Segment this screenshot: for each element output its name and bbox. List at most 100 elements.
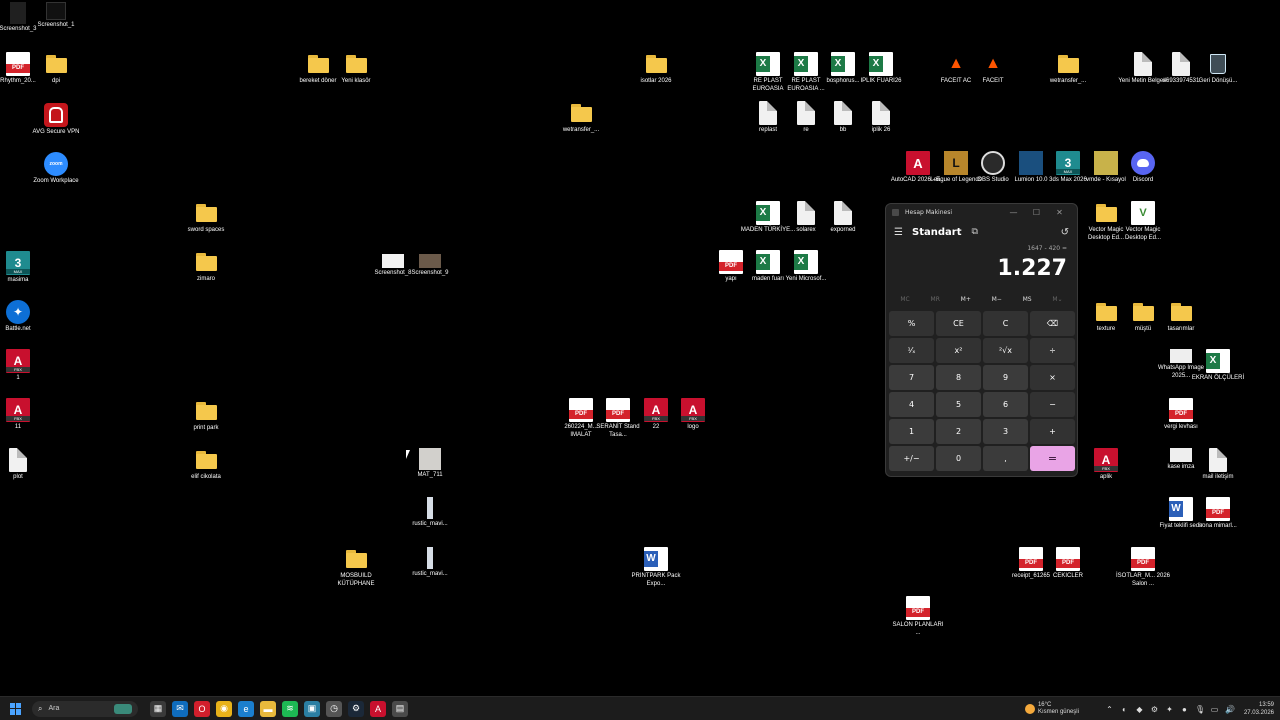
calc-key[interactable]: 8: [936, 365, 981, 390]
calculator-window[interactable]: Hesap Makinesi — ☐ ✕ ☰ Standart ⧉ ↺ 1647…: [885, 203, 1078, 477]
desktop-icon[interactable]: PDF İSOTLAR_M... 2026 Salon ...: [1116, 547, 1170, 588]
calc-key[interactable]: 2: [936, 419, 981, 444]
tray-app-icon[interactable]: ⚙: [1150, 705, 1159, 714]
desktop-icon[interactable]: X IPLIK FUARI26: [857, 52, 905, 86]
desktop-icon[interactable]: PDF CEKICLER: [1044, 547, 1092, 581]
weather-widget[interactable]: 16°C Kısmen güneşli: [1024, 702, 1079, 716]
calc-key[interactable]: %: [889, 311, 934, 336]
calculator-titlebar[interactable]: Hesap Makinesi — ☐ ✕: [886, 204, 1077, 221]
desktop-icon[interactable]: rustic_mavi...: [406, 547, 454, 579]
desktop-icon[interactable]: MAT_711: [406, 448, 454, 480]
calc-key[interactable]: ¹⁄ₓ: [889, 338, 934, 363]
minimize-icon[interactable]: —: [1002, 208, 1025, 217]
microphone-icon[interactable]: 🎙: [1195, 705, 1205, 714]
desktop-icon[interactable]: zimaro: [182, 250, 230, 284]
history-icon[interactable]: ↺: [1061, 227, 1069, 238]
desktop-icon[interactable]: ✦ Battle.net: [0, 300, 42, 334]
desktop-icon[interactable]: iplik 26: [857, 101, 905, 135]
opera-icon[interactable]: O: [194, 700, 210, 717]
tray-app-icon[interactable]: ◐: [1120, 705, 1129, 714]
desktop-icon[interactable]: AVG Secure VPN: [32, 103, 80, 137]
calc-key[interactable]: 4: [889, 392, 934, 417]
app-icon[interactable]: ▣: [304, 700, 320, 717]
clock-icon[interactable]: ◷: [326, 700, 342, 717]
maximize-icon[interactable]: ☐: [1025, 208, 1048, 217]
memory-button[interactable]: MR: [931, 296, 940, 303]
volume-icon[interactable]: 🔊: [1225, 705, 1235, 714]
autocad-icon[interactable]: A: [370, 700, 386, 717]
desktop-icon[interactable]: tasarımlar: [1157, 300, 1205, 334]
edge-icon[interactable]: e: [238, 700, 254, 717]
desktop-icon[interactable]: MOSBUILD KÜTÜPHANE: [332, 547, 380, 588]
tray-app-icon[interactable]: ◆: [1135, 705, 1144, 714]
outlook-icon[interactable]: ✉: [172, 700, 188, 717]
chevron-up-icon[interactable]: ⌃: [1105, 705, 1114, 714]
calc-key[interactable]: ,: [983, 446, 1028, 471]
spotify-icon[interactable]: ≋: [282, 700, 298, 717]
calc-key[interactable]: 0: [936, 446, 981, 471]
clock[interactable]: 13:59 27.03.2026: [1244, 701, 1274, 717]
calc-key[interactable]: 5: [936, 392, 981, 417]
desktop-icon[interactable]: zoom Zoom Workplace: [32, 152, 80, 186]
calc-key[interactable]: −: [1030, 392, 1075, 417]
desktop-icon[interactable]: A FBX 11: [0, 398, 42, 432]
desktop-icon[interactable]: wetransfer_...: [1044, 52, 1092, 86]
memory-button[interactable]: M−: [992, 296, 1002, 303]
calc-key[interactable]: ²√x: [983, 338, 1028, 363]
desktop-icon[interactable]: PDF vergi levhası: [1157, 398, 1205, 432]
desktop-icon[interactable]: wetransfer_...: [557, 101, 605, 135]
desktop-icon[interactable]: X Yeni Microsof...: [782, 250, 830, 284]
folder-icon[interactable]: ▬: [260, 700, 276, 717]
desktop-icon[interactable]: PDF sona mimarl...: [1194, 497, 1242, 531]
start-button[interactable]: [10, 702, 22, 715]
desktop-icon[interactable]: isotlar 2026: [632, 52, 680, 86]
steam-icon[interactable]: ⚙: [348, 700, 364, 717]
desktop-icon[interactable]: X EKRAN ÖLÇÜLERİ: [1192, 349, 1244, 383]
chrome-icon[interactable]: ◉: [216, 700, 232, 717]
calc-key[interactable]: +/−: [889, 446, 934, 471]
desktop-icon[interactable]: W PRINTPARK Pack Expo...: [632, 547, 680, 588]
desktop-icon[interactable]: dpi: [32, 52, 80, 86]
memory-button[interactable]: MC: [900, 296, 909, 303]
calc-key[interactable]: +: [1030, 419, 1075, 444]
desktop-icon[interactable]: Yeni klasör: [332, 52, 380, 86]
network-icon[interactable]: ▭: [1210, 705, 1219, 714]
calc-key[interactable]: 7: [889, 365, 934, 390]
memory-button[interactable]: M⌄: [1052, 296, 1062, 303]
desktop-icon[interactable]: Discord: [1119, 151, 1167, 185]
desktop-icon[interactable]: A FBX 1: [0, 349, 42, 383]
calc-key[interactable]: ÷: [1030, 338, 1075, 363]
memory-button[interactable]: MS: [1023, 296, 1032, 303]
desktop-icon[interactable]: V Vector Magic Desktop Ed...: [1119, 201, 1167, 242]
desktop-icon[interactable]: exporned: [819, 201, 867, 235]
calc-key[interactable]: =: [1030, 446, 1075, 471]
desktop-icon[interactable]: 3 MAX masima: [0, 251, 42, 285]
desktop-icon[interactable]: sword spaces: [182, 201, 230, 235]
close-icon[interactable]: ✕: [1048, 208, 1071, 217]
desktop-icon[interactable]: print park: [182, 399, 230, 433]
calc-key[interactable]: 1: [889, 419, 934, 444]
calc-key[interactable]: CE: [936, 311, 981, 336]
calc-key[interactable]: ×: [1030, 365, 1075, 390]
desktop-icon[interactable]: Geri Dönüşü...: [1194, 52, 1242, 86]
desktop-icon[interactable]: A FBX aplik: [1082, 448, 1130, 482]
desktop-icon[interactable]: rustic_mavi...: [406, 497, 454, 529]
file-explorer-icon[interactable]: ▦: [150, 700, 166, 717]
desktop-icon[interactable]: A FBX logo: [669, 398, 717, 432]
calc-key[interactable]: 9: [983, 365, 1028, 390]
calc-key[interactable]: ⌫: [1030, 311, 1075, 336]
memory-button[interactable]: M+: [961, 296, 971, 303]
desktop-icon[interactable]: elif cikolata: [182, 448, 230, 482]
tray-app-icon[interactable]: ●: [1180, 705, 1189, 714]
desktop-icon[interactable]: Screenshot_9: [406, 254, 454, 278]
desktop-icon[interactable]: ▲ FACEIT: [969, 52, 1017, 86]
hamburger-menu-icon[interactable]: ☰: [894, 227, 908, 238]
desktop-icon[interactable]: mail iletişim: [1194, 448, 1242, 482]
calculator-icon[interactable]: ▤: [392, 700, 408, 717]
calc-key[interactable]: 6: [983, 392, 1028, 417]
calc-key[interactable]: x²: [936, 338, 981, 363]
calc-key[interactable]: C: [983, 311, 1028, 336]
taskbar-search[interactable]: ⌕ Ara: [32, 700, 138, 717]
desktop-icon[interactable]: plot: [0, 448, 42, 482]
desktop-icon[interactable]: PDF SALON PLANLARI ...: [892, 596, 944, 637]
